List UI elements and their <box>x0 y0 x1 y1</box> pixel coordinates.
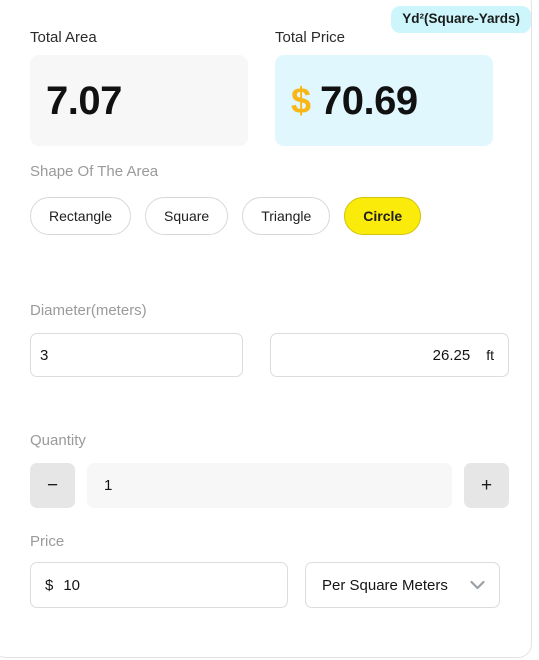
shape-options-row: Rectangle Square Triangle Circle <box>30 197 509 235</box>
price-basis-value: Per Square Meters <box>322 576 448 594</box>
dimension-label: Diameter(meters) <box>30 302 147 319</box>
quantity-decrement-button[interactable]: − <box>30 463 75 508</box>
converted-value: 26.25 <box>432 346 471 364</box>
diameter-input-value: 3 <box>40 346 49 364</box>
shape-option-circle[interactable]: Circle <box>344 197 422 235</box>
quantity-value: 1 <box>104 477 113 494</box>
converted-dimension-field[interactable]: 26.25 ft <box>269 333 509 377</box>
price-basis-select[interactable]: Per Square Meters <box>305 562 500 608</box>
dimension-row: 3 26.25 ft <box>30 333 509 377</box>
total-area-panel: 7.07 <box>30 55 248 146</box>
shape-option-triangle[interactable]: Triangle <box>242 197 331 235</box>
shape-option-rectangle[interactable]: Rectangle <box>30 197 132 235</box>
quantity-increment-button[interactable]: + <box>464 463 509 508</box>
quantity-stepper: − 1 + <box>30 463 509 508</box>
total-price-block: Total Price $ 70.69 <box>275 30 493 146</box>
chevron-down-icon <box>470 577 485 594</box>
unit-badge[interactable]: Yd²(Square-Yards) <box>391 6 531 33</box>
total-area-label: Total Area <box>30 29 97 46</box>
total-price-panel: $ 70.69 <box>275 55 493 146</box>
price-value: 10 <box>63 576 81 594</box>
total-area-value: 7.07 <box>46 78 122 123</box>
quantity-label: Quantity <box>30 432 86 449</box>
quantity-input[interactable]: 1 <box>87 463 452 508</box>
shape-option-square[interactable]: Square <box>145 197 229 235</box>
converted-unit-label: ft <box>486 347 494 363</box>
calculator-content: Total Area 7.07 Total Price $ 70.69 Shap… <box>0 0 539 660</box>
price-label: Price <box>30 533 65 550</box>
price-row: $ 10 Per Square Meters <box>30 562 509 608</box>
diameter-input[interactable]: 3 <box>30 333 243 377</box>
price-input[interactable]: $ 10 <box>30 562 288 608</box>
price-currency-icon: $ <box>45 576 54 594</box>
total-price-value: 70.69 <box>320 78 418 123</box>
total-area-block: Total Area 7.07 <box>30 30 248 146</box>
shape-section-label: Shape Of The Area <box>30 163 159 180</box>
currency-symbol-icon: $ <box>291 79 312 121</box>
